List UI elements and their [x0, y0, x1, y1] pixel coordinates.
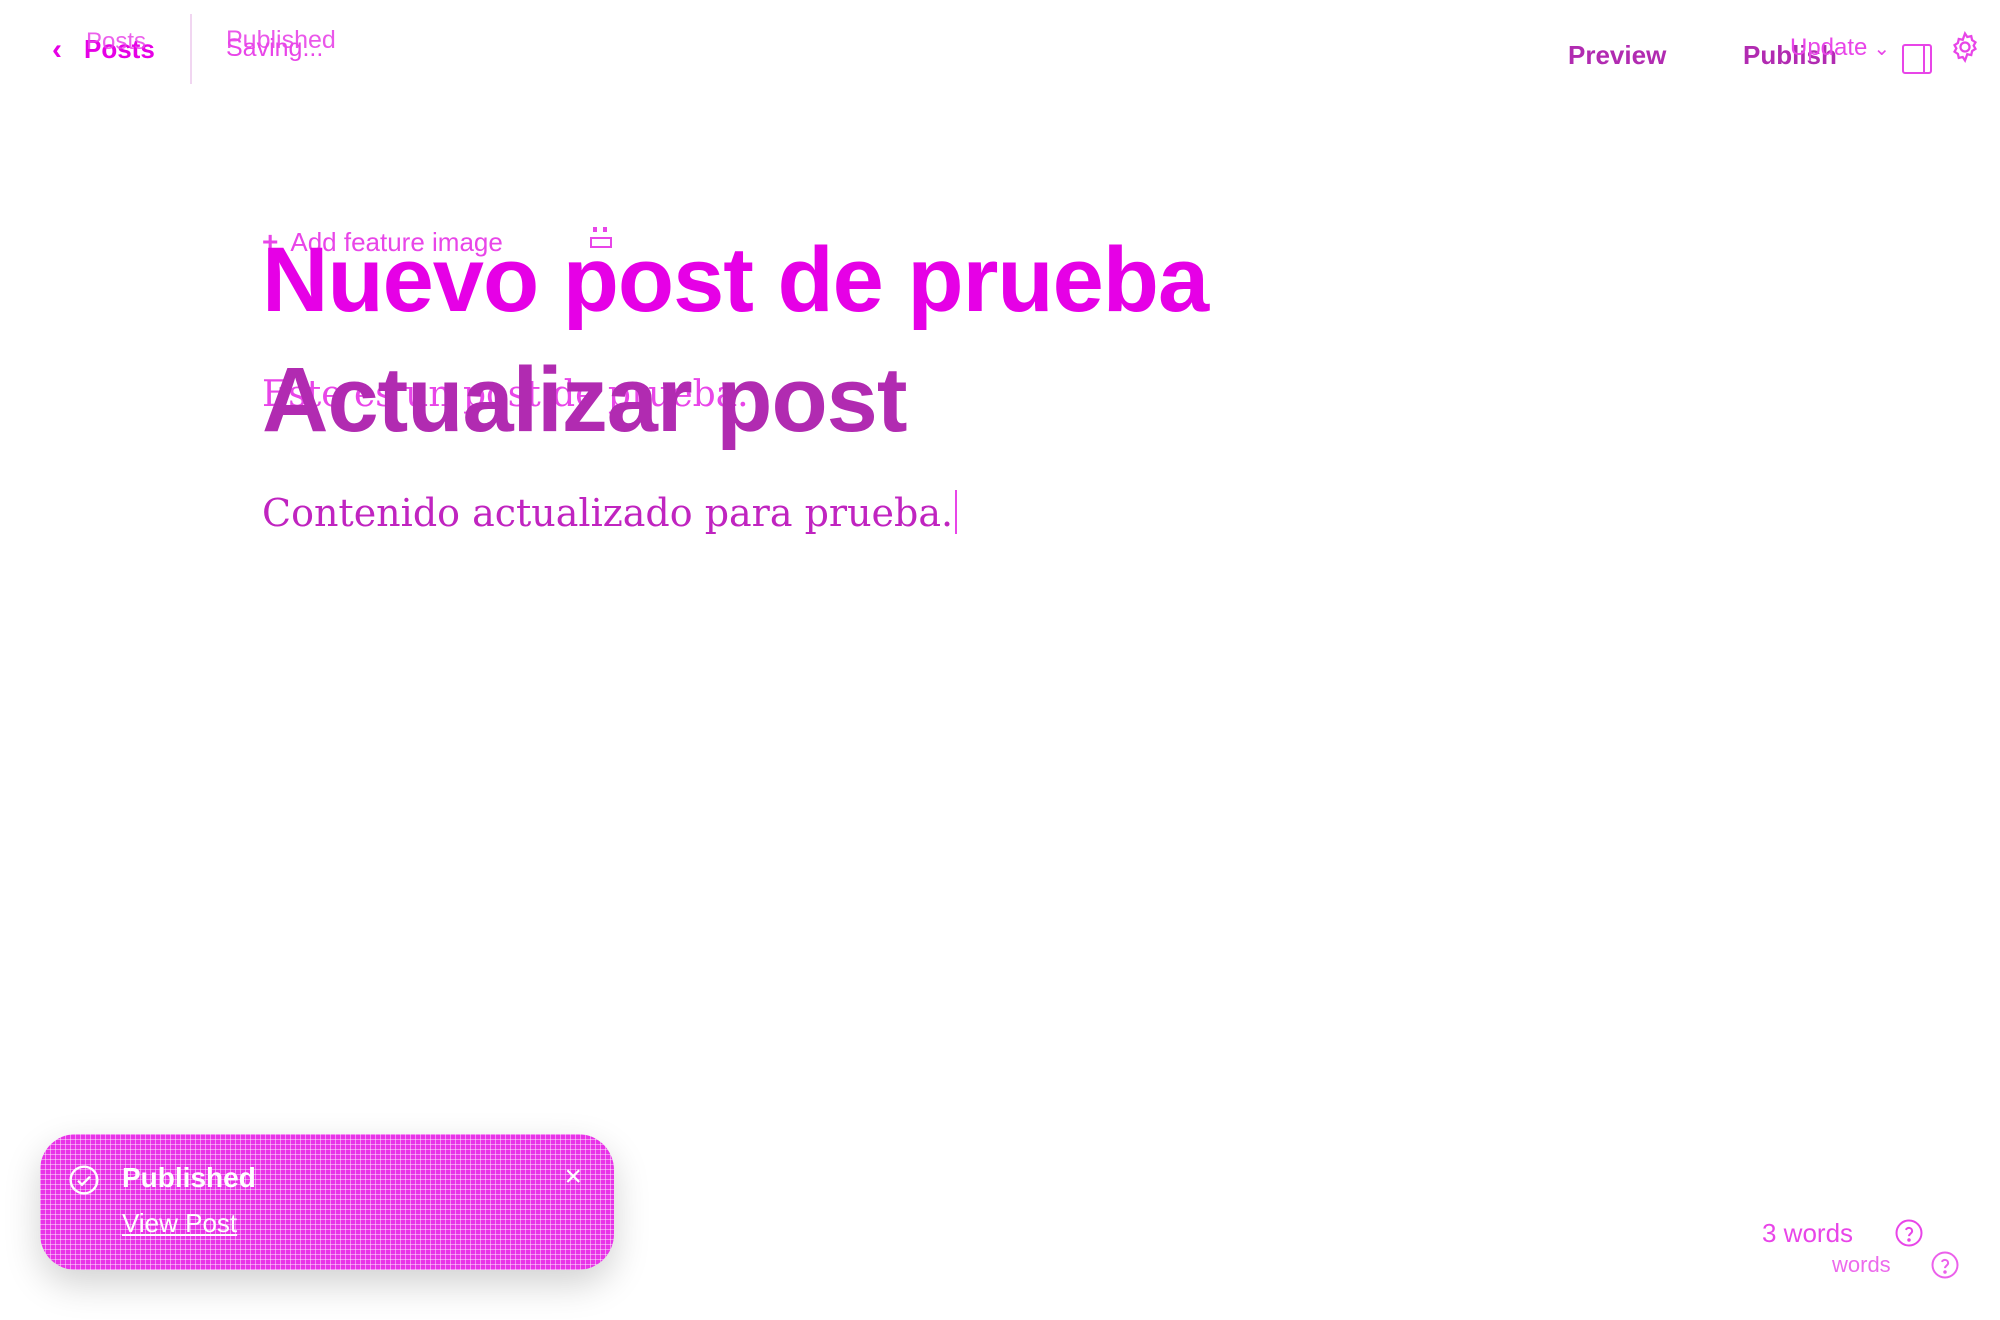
post-body-text: Contenido actualizado para prueba.	[262, 491, 954, 535]
post-body[interactable]: Contenido actualizado para prueba.	[262, 490, 958, 535]
post-title[interactable]: Nuevo post de prueba	[262, 228, 1209, 333]
chevron-left-icon: ‹	[52, 32, 62, 66]
chevron-down-icon: ⌄	[1873, 37, 1891, 60]
close-icon[interactable]: ×	[564, 1160, 582, 1194]
post-status: Saving... Published	[226, 26, 336, 63]
toast-title: Published	[122, 1162, 256, 1193]
update-label: Update	[1790, 34, 1868, 61]
help-icon-ghost	[1931, 1251, 1959, 1279]
back-to-posts-link[interactable]: ‹ Posts Posts	[52, 28, 155, 66]
post-title-overlay[interactable]: Actualizar post	[262, 348, 907, 453]
status-published-ghost: Published	[226, 26, 336, 54]
help-icon[interactable]	[1894, 1218, 1924, 1248]
back-label-ghost: Posts	[86, 28, 147, 55]
sidebar-toggle-icon[interactable]	[1902, 44, 1932, 74]
preview-button[interactable]: Preview	[1568, 40, 1666, 71]
text-caret	[955, 490, 958, 534]
word-count: 3 words	[1762, 1218, 1854, 1248]
word-count-ghost: words	[1832, 1252, 1891, 1277]
gear-icon[interactable]	[1948, 30, 1982, 64]
view-post-link[interactable]: View Post	[122, 1208, 237, 1239]
check-circle-icon	[69, 1165, 99, 1195]
update-dropdown-button[interactable]: Update ⌄	[1790, 34, 1890, 62]
published-toast: Published View Post ×	[40, 1134, 614, 1270]
editor-topbar: ‹ Posts Posts Saving... Published Previe…	[0, 0, 2000, 110]
header-divider	[190, 14, 192, 84]
